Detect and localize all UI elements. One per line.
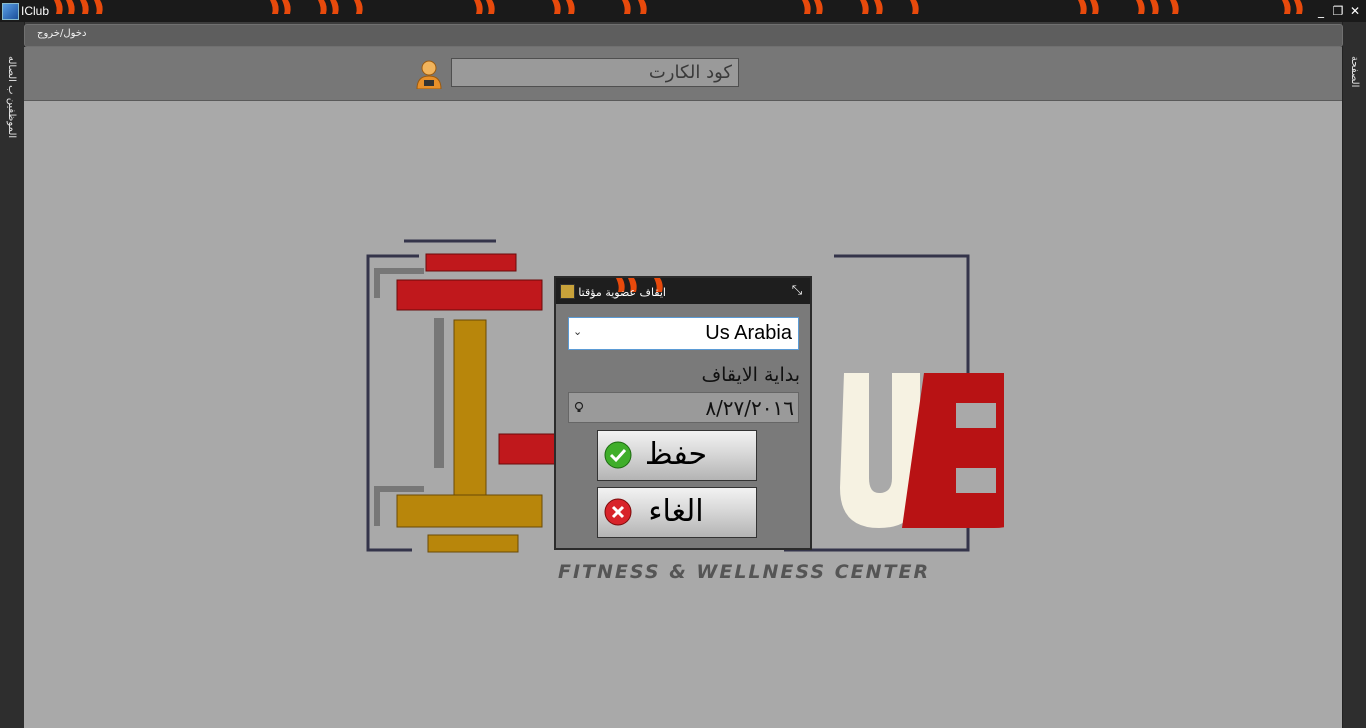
app-icon [2,3,19,20]
flame-decoration [1282,0,1303,14]
flame-decoration [802,0,919,14]
menu-bar: دخول/خروج [24,24,1343,47]
dialog-title-bar: ايقاف عضوية مؤقتا ⤡ [556,278,810,304]
start-date-field[interactable]: ٨/٢٧/٢٠١٦ [568,392,799,423]
branch-select[interactable]: ⌄ Us Arabia [568,317,799,350]
window-title: IClub [21,4,50,18]
cancel-button-label: الغاء [648,494,704,529]
minimize-icon[interactable]: _ [1314,4,1328,18]
side-tab-page[interactable]: الصفحة [1349,56,1360,87]
side-tab-staff[interactable]: الموظفين ب الصاله [6,56,17,138]
maximize-icon[interactable]: ⤡ [790,284,804,298]
flame-decoration [474,0,647,14]
menu-item-checkin-checkout[interactable]: دخول/خروج [37,28,86,39]
save-button-label: حفظ [644,437,708,472]
flame-decoration [54,0,103,14]
flame-decoration [1078,0,1179,14]
user-icon [416,60,442,89]
card-code-input[interactable]: كود الكارت [451,58,739,87]
close-icon[interactable]: ✕ [1348,4,1362,18]
restore-icon[interactable]: ❐ [1331,4,1345,18]
title-bar: IClub _ ❐ ✕ [0,0,1366,22]
suspend-membership-dialog: ايقاف عضوية مؤقتا ⤡ ⌄ Us Arabia بداية ال… [554,276,812,550]
dialog-icon [560,284,575,299]
start-date-label: بداية الايقاف [701,364,800,386]
start-date-value: ٨/٢٧/٢٠١٦ [705,396,794,420]
flame-decoration [270,0,363,14]
branch-select-value: Us Arabia [705,322,792,344]
dialog-title: ايقاف عضوية مؤقتا [578,286,666,299]
right-side-panel: الصفحة [1342,22,1366,728]
card-panel: كود الكارت [24,47,1342,101]
save-button[interactable]: حفظ [597,430,757,481]
logo-tagline: FITNESS & WELLNESS CENTER [558,561,931,583]
cancel-button[interactable]: الغاء [597,487,757,538]
calendar-icon[interactable] [574,402,584,412]
left-side-panel: الموظفين ب الصاله [0,22,25,728]
chevron-down-icon[interactable]: ⌄ [573,325,582,338]
